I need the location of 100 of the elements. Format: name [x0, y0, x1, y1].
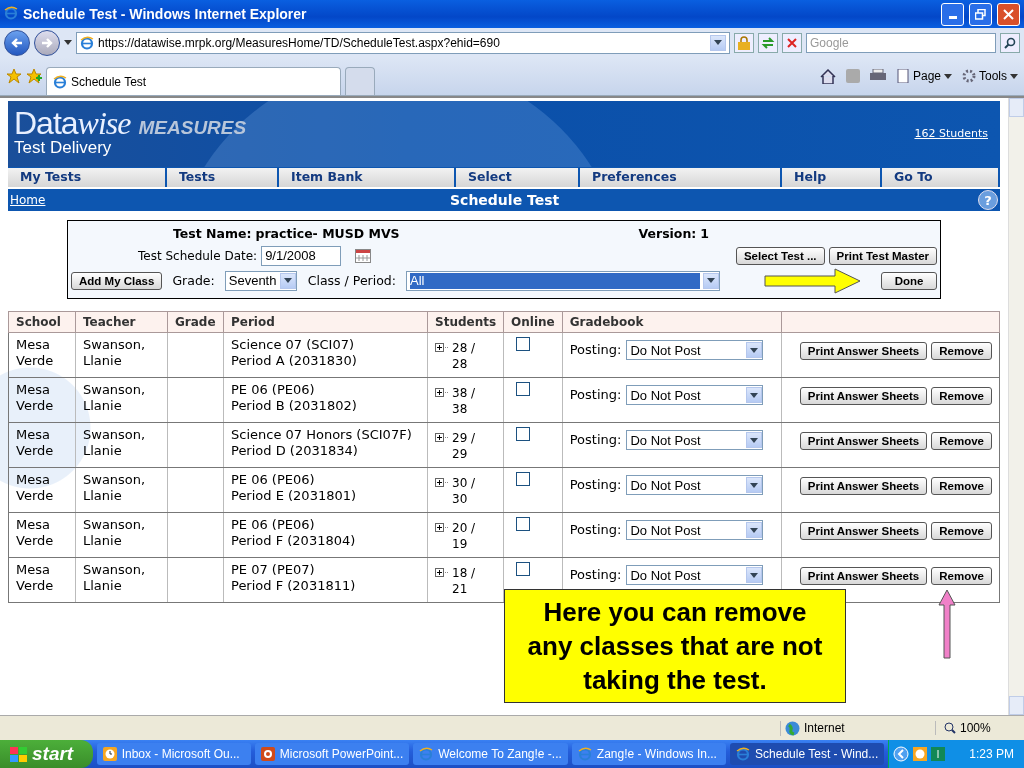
- expand-icon[interactable]: [435, 568, 449, 577]
- slide-icon: [260, 747, 275, 761]
- address-field[interactable]: https://datawise.mrpk.org/MeasuresHome/TD/ScheduleTest.aspx?ehid=690: [76, 31, 730, 54]
- nav-item[interactable]: Preferences: [580, 168, 780, 187]
- search-field[interactable]: Google: [806, 32, 996, 53]
- page-menu[interactable]: Page: [895, 69, 952, 83]
- online-checkbox[interactable]: [516, 337, 531, 351]
- nav-item[interactable]: Go To: [882, 168, 998, 187]
- print-answer-sheets-button[interactable]: Print Answer Sheets: [799, 567, 928, 585]
- add-my-class-button[interactable]: Add My Class: [71, 271, 163, 290]
- logo: Datawise: [14, 105, 131, 141]
- page-icon: [895, 69, 910, 83]
- taskbar-item[interactable]: Schedule Test - Wind...: [730, 743, 885, 765]
- home-icon[interactable]: [819, 68, 836, 84]
- school-cell: Mesa Verde: [8, 512, 76, 558]
- online-checkbox[interactable]: [516, 382, 531, 396]
- zoom-control[interactable]: 100%: [935, 721, 1024, 735]
- back-button[interactable]: [4, 29, 30, 56]
- print-test-master-button[interactable]: Print Test Master: [828, 246, 937, 265]
- printer-icon[interactable]: [869, 69, 886, 83]
- posting-dropdown[interactable]: Do Not Post: [626, 340, 764, 360]
- remove-button[interactable]: Remove: [931, 522, 992, 540]
- posting-dropdown[interactable]: Do Not Post: [626, 565, 764, 585]
- expand-icon[interactable]: [435, 433, 449, 442]
- minimize-icon: [948, 15, 957, 19]
- remove-button[interactable]: Remove: [931, 387, 992, 405]
- nav-item[interactable]: My Tests: [8, 168, 165, 187]
- caret-icon[interactable]: [64, 40, 72, 45]
- search-icon[interactable]: [1000, 32, 1020, 53]
- online-checkbox[interactable]: [516, 472, 531, 486]
- ie-icon: [419, 747, 434, 761]
- stop-icon[interactable]: [782, 32, 802, 53]
- column-header: Teacher: [75, 311, 168, 333]
- taskbar-item[interactable]: Zang!e - Windows In...: [571, 743, 727, 765]
- nav-item[interactable]: Tests: [167, 168, 277, 187]
- date-field[interactable]: 9/1/2008: [261, 245, 342, 266]
- select-test-button[interactable]: Select Test ...: [735, 246, 825, 265]
- expand-icon[interactable]: [435, 343, 449, 352]
- class-period-label: Class / Period:: [307, 273, 396, 288]
- remove-button[interactable]: Remove: [931, 477, 992, 495]
- remove-button[interactable]: Remove: [931, 342, 992, 360]
- globe-icon: [785, 720, 800, 736]
- arrow-icon: [764, 267, 862, 294]
- nav-item[interactable]: Help: [782, 168, 880, 187]
- period-name: Period E (2031801): [231, 488, 358, 504]
- expand-icon[interactable]: [435, 523, 449, 532]
- chevron-icon[interactable]: [893, 746, 910, 762]
- posting-dropdown[interactable]: Do Not Post: [626, 430, 764, 450]
- grade-dropdown[interactable]: Seventh: [224, 270, 297, 291]
- security-zone: Internet: [804, 721, 845, 735]
- browser-tab[interactable]: Schedule Test: [46, 67, 341, 95]
- refresh-icon[interactable]: [758, 32, 778, 53]
- print-answer-sheets-button[interactable]: Print Answer Sheets: [799, 342, 928, 360]
- expand-icon[interactable]: [435, 388, 449, 397]
- school-cell: Mesa Verde: [8, 467, 76, 513]
- school-cell: Mesa Verde: [8, 377, 76, 423]
- grade-label: Grade:: [172, 273, 215, 288]
- taskbar-item[interactable]: Inbox - Microsoft Ou...: [96, 743, 251, 765]
- home-link[interactable]: Home: [10, 193, 450, 207]
- taskbar-item[interactable]: Microsoft PowerPoint...: [254, 743, 410, 765]
- teacher-cell: Swanson, Llanie: [75, 467, 168, 513]
- minimize-button[interactable]: [941, 2, 964, 26]
- lock-icon[interactable]: [734, 32, 754, 53]
- caret-icon[interactable]: [944, 73, 952, 79]
- posting-dropdown[interactable]: Do Not Post: [626, 475, 764, 495]
- tools-menu[interactable]: Tools: [962, 69, 1018, 83]
- forward-button[interactable]: [34, 29, 60, 56]
- print-answer-sheets-button[interactable]: Print Answer Sheets: [799, 522, 928, 540]
- print-answer-sheets-button[interactable]: Print Answer Sheets: [799, 432, 928, 450]
- calendar-icon[interactable]: [355, 248, 372, 263]
- online-checkbox[interactable]: [516, 562, 531, 576]
- student-count: 38 / 38: [452, 385, 477, 417]
- students-link[interactable]: 162 Students: [914, 127, 988, 140]
- online-checkbox[interactable]: [516, 427, 531, 441]
- remove-button[interactable]: Remove: [931, 567, 992, 585]
- posting-dropdown[interactable]: Do Not Post: [626, 385, 764, 405]
- restore-button[interactable]: [969, 2, 992, 26]
- expand-icon[interactable]: [435, 478, 449, 487]
- clock-icon[interactable]: [913, 747, 928, 761]
- nav-item[interactable]: Select: [456, 168, 578, 187]
- class-period-dropdown[interactable]: All: [406, 270, 720, 291]
- page-title: Schedule Test: [450, 192, 561, 208]
- remove-button[interactable]: Remove: [931, 432, 992, 450]
- course-name: PE 07 (PE07): [231, 562, 316, 578]
- ie-icon: [4, 5, 18, 20]
- taskbar-item[interactable]: Welcome To Zang!e -...: [413, 743, 568, 765]
- favorites-star-icon[interactable]: [6, 68, 22, 84]
- online-checkbox[interactable]: [516, 517, 531, 531]
- print-answer-sheets-button[interactable]: Print Answer Sheets: [799, 387, 928, 405]
- dropdown-arrow-icon[interactable]: [714, 40, 722, 45]
- caret-icon[interactable]: [1010, 73, 1018, 79]
- column-header: Period: [223, 311, 428, 333]
- period-name: Period B (2031802): [231, 398, 358, 414]
- print-answer-sheets-button[interactable]: Print Answer Sheets: [799, 477, 928, 495]
- nav-item[interactable]: Item Bank: [279, 168, 454, 187]
- callout-note: Here you can remove any classes that are not taking the test.: [504, 589, 846, 703]
- posting-dropdown[interactable]: Do Not Post: [626, 520, 764, 540]
- course-name: Science 07 (SCI07): [231, 337, 356, 353]
- close-button[interactable]: [997, 2, 1020, 26]
- done-button[interactable]: Done: [881, 271, 937, 290]
